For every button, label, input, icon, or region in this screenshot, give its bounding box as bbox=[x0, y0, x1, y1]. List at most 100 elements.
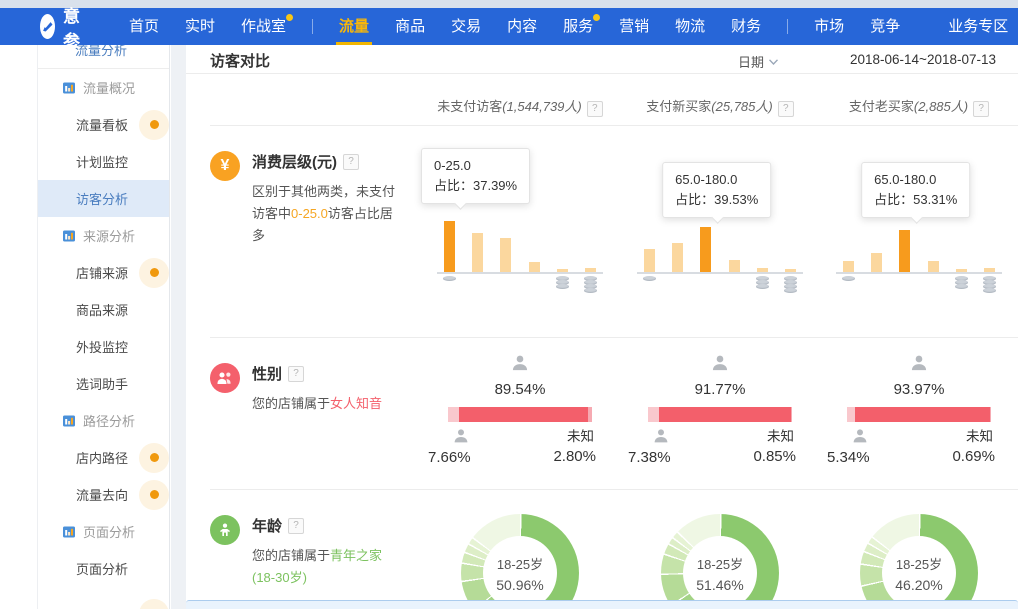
sidebar-item[interactable]: 流量去向 bbox=[38, 476, 169, 513]
column-count: (1,544,739人) bbox=[502, 99, 582, 114]
app-logo-icon bbox=[40, 14, 55, 39]
coin-stack-icon bbox=[444, 277, 455, 293]
bar[interactable] bbox=[444, 221, 455, 272]
bar[interactable] bbox=[899, 230, 910, 272]
help-icon[interactable]: ? bbox=[288, 366, 304, 382]
gender-stacked-bar[interactable] bbox=[648, 407, 792, 422]
unknown-label: 未知 bbox=[767, 425, 794, 445]
female-percentage: 93.97% bbox=[843, 381, 995, 398]
unknown-label: 未知 bbox=[567, 425, 594, 445]
nav-item[interactable]: 市场 bbox=[814, 8, 844, 45]
age-donut-chart[interactable]: 18-25岁51.46% bbox=[661, 514, 779, 609]
male-segment bbox=[847, 407, 855, 422]
sidebar-item[interactable]: 外投监控 bbox=[38, 328, 169, 365]
sidebar-item-label: 流量概况 bbox=[83, 78, 135, 97]
nav-items: 首页实时作战室流量商品交易内容服务营销物流财务市场竞争业务专区取数学院 bbox=[116, 8, 1018, 45]
sidebar-item[interactable]: 页面分析 bbox=[38, 550, 169, 587]
sidebar-item[interactable]: 店铺来源 bbox=[38, 254, 169, 291]
help-icon[interactable]: ? bbox=[587, 101, 603, 117]
sidebar-item-label: 流量看板 bbox=[76, 115, 128, 134]
gender-stacked-bar[interactable] bbox=[448, 407, 592, 422]
sidebar-item[interactable]: 选词助手 bbox=[38, 365, 169, 402]
age-donut-chart[interactable]: 18-25岁50.96% bbox=[461, 514, 579, 609]
nav-item[interactable]: 内容 bbox=[507, 8, 537, 45]
bar[interactable] bbox=[472, 233, 483, 272]
coin-stack-icon bbox=[956, 277, 967, 293]
nav-item[interactable]: 实时 bbox=[185, 8, 215, 45]
tooltip-ratio: 占比：53.31% bbox=[874, 190, 957, 210]
male-icon bbox=[851, 427, 869, 445]
sidebar-item[interactable]: 流量看板 bbox=[38, 106, 169, 143]
column-headers: 未支付访客(1,544,739人)?支付新买家(25,785人)?支付老买家(2… bbox=[186, 96, 1018, 125]
nav-item[interactable]: 营销 bbox=[619, 8, 649, 45]
bar[interactable] bbox=[500, 238, 511, 272]
app-window: 生意参谋 首页实时作战室流量商品交易内容服务营销物流财务市场竞争业务专区取数学院… bbox=[0, 0, 1018, 609]
help-icon[interactable]: ? bbox=[778, 101, 794, 117]
female-icon bbox=[710, 353, 730, 373]
nav-item[interactable]: 交易 bbox=[451, 8, 481, 45]
female-percentage: 89.54% bbox=[444, 381, 596, 398]
help-icon[interactable]: ? bbox=[973, 101, 989, 117]
bar[interactable] bbox=[871, 253, 882, 272]
gender-stacked-bar[interactable] bbox=[847, 407, 991, 422]
nav-item[interactable]: 商品 bbox=[395, 8, 425, 45]
nav-item[interactable]: 作战室 bbox=[241, 8, 286, 45]
coin-stack-icon bbox=[984, 277, 995, 293]
bar-chart[interactable]: 65.0-180.0占比：39.53% bbox=[635, 126, 805, 337]
sidebar-item[interactable]: 店内路径 bbox=[38, 439, 169, 476]
bottom-scroll-strip[interactable] bbox=[186, 600, 1018, 609]
nav-item[interactable]: 服务 bbox=[563, 8, 593, 45]
tooltip-ratio: 占比：39.53% bbox=[675, 190, 758, 210]
consumption-chart-old-buyers: 65.0-180.0占比：53.31% bbox=[820, 126, 1018, 337]
tooltip-range: 65.0-180.0 bbox=[675, 170, 758, 190]
chart-tooltip: 65.0-180.0占比：53.31% bbox=[861, 162, 970, 218]
bar[interactable] bbox=[928, 261, 939, 272]
sidebar-item-label: 店内路径 bbox=[76, 448, 128, 467]
chart-icon bbox=[62, 81, 76, 95]
coin-slot-empty bbox=[700, 277, 711, 293]
gender-chart: 91.77%7.38%未知0.85% bbox=[644, 338, 796, 489]
sidebar-section[interactable]: 来源分析 bbox=[38, 217, 169, 254]
nav-item[interactable]: 竞争 bbox=[870, 8, 900, 45]
bar-chart[interactable]: 0-25.0占比：37.39% bbox=[435, 126, 605, 337]
nav-item[interactable]: 流量 bbox=[339, 8, 369, 45]
female-segment bbox=[855, 407, 990, 422]
bar[interactable] bbox=[644, 249, 655, 272]
nav-item[interactable]: 业务专区 bbox=[948, 8, 1008, 45]
coin-stack-icon bbox=[557, 277, 568, 293]
sidebar-module-title[interactable]: 流量分析 bbox=[38, 45, 169, 68]
sidebar-item-label: 计划监控 bbox=[76, 152, 128, 171]
help-icon[interactable]: ? bbox=[288, 518, 304, 534]
help-icon[interactable]: ? bbox=[343, 154, 359, 170]
sidebar-section[interactable]: 路径分析 bbox=[38, 402, 169, 439]
age-donut-chart[interactable]: 18-25岁46.20% bbox=[860, 514, 978, 609]
female-segment bbox=[659, 407, 791, 422]
bar[interactable] bbox=[843, 261, 854, 272]
bar-chart[interactable]: 65.0-180.0占比：53.31% bbox=[834, 126, 1004, 337]
nav-item[interactable]: 首页 bbox=[129, 8, 159, 45]
coin-axis-labels bbox=[444, 277, 596, 293]
bar[interactable] bbox=[529, 262, 540, 272]
donut-center: 18-25岁51.46% bbox=[683, 536, 757, 609]
age-desc: 您的店铺属于青年之家(18-30岁) bbox=[252, 545, 404, 589]
sidebar-item-label: 店铺来源 bbox=[76, 263, 128, 282]
bar[interactable] bbox=[729, 260, 740, 272]
sidebar-section[interactable]: 页面分析 bbox=[38, 513, 169, 550]
sidebar-item[interactable]: 计划监控 bbox=[38, 143, 169, 180]
nav-item[interactable]: 物流 bbox=[675, 8, 705, 45]
date-filter-dropdown[interactable]: 日期 bbox=[738, 52, 778, 71]
unknown-percentage: 0.69% bbox=[952, 448, 995, 465]
gender-chart: 89.54%7.66%未知2.80% bbox=[444, 338, 596, 489]
tooltip-range: 65.0-180.0 bbox=[874, 170, 957, 190]
bar[interactable] bbox=[700, 227, 711, 272]
sidebar-item[interactable]: 访客分析 bbox=[38, 180, 169, 217]
nav-item[interactable]: 财务 bbox=[731, 8, 761, 45]
coin-slot-empty bbox=[928, 277, 939, 293]
sidebar-section[interactable]: 流量概况 bbox=[38, 69, 169, 106]
top-nav: 生意参谋 首页实时作战室流量商品交易内容服务营销物流财务市场竞争业务专区取数学院… bbox=[0, 8, 1018, 45]
date-range-value[interactable]: 2018-06-14~2018-07-13 bbox=[850, 52, 996, 67]
bar[interactable] bbox=[672, 243, 683, 272]
sidebar-item[interactable]: 商品来源 bbox=[38, 291, 169, 328]
sidebar-item-label: 外投监控 bbox=[76, 337, 128, 356]
sidebar-item-label: 选词助手 bbox=[76, 374, 128, 393]
